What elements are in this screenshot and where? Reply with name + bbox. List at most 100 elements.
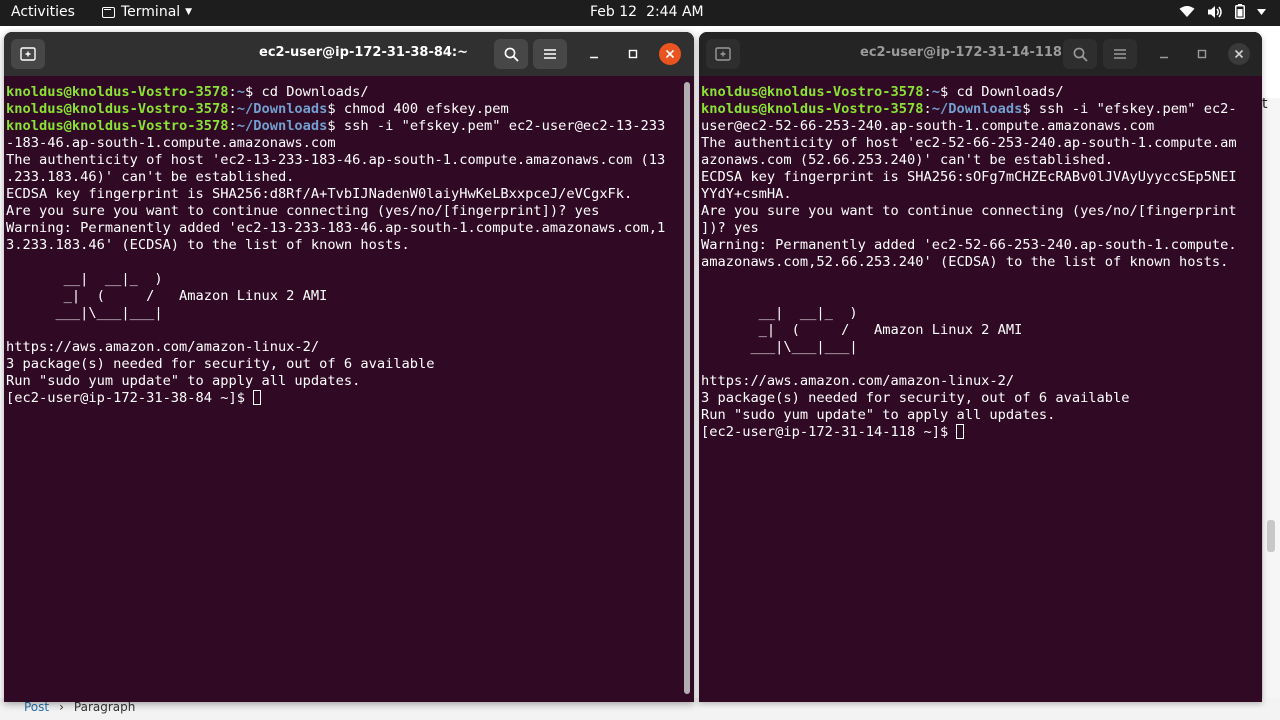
breadcrumb-separator-icon: › (59, 700, 64, 714)
terminal-line: Are you sure you want to continue connec… (6, 203, 599, 219)
terminal-prompt-line: knoldus@knoldus-Vostro-3578:~/Downloads$… (6, 101, 509, 117)
hamburger-menu-icon (1114, 49, 1126, 59)
output-text: [ec2-user@ip-172-31-38-84 ~]$ (6, 390, 254, 406)
terminal-prompt-line: knoldus@knoldus-Vostro-3578:~$ cd Downlo… (701, 84, 1064, 100)
output-text: __| __|_ ) (701, 305, 858, 321)
prompt-command: chmod 400 efskey.pem (343, 101, 509, 117)
terminal-line: azonaws.com (52.66.253.240)' can't be es… (701, 152, 1113, 168)
window-title: ec2-user@ip-172-31-14-118:~ (860, 45, 1079, 60)
output-text: Warning: Permanently added 'ec2-52-66-25… (701, 237, 1237, 253)
output-text: ___|\___|___| (701, 339, 858, 355)
terminal-line: _| ( / Amazon Linux 2 AMI (701, 322, 1023, 338)
output-text: _| ( / Amazon Linux 2 AMI (6, 288, 328, 304)
maximize-icon (628, 49, 638, 59)
terminal-line: user@ec2-52-66-253-240.ap-south-1.comput… (701, 118, 1154, 134)
maximize-button[interactable] (1191, 43, 1213, 65)
terminal-line: 3 package(s) needed for security, out of… (701, 390, 1130, 406)
maximize-button[interactable] (622, 43, 644, 65)
prompt-user-host: knoldus@knoldus-Vostro-3578 (6, 84, 229, 100)
terminal-window-right[interactable]: ec2-user@ip-172-31-14-118:~ knoldus@knol… (699, 32, 1262, 702)
output-text: ECDSA key fingerprint is SHA256:d8Rf/A+T… (6, 186, 633, 202)
clock-time: 2:44 AM (646, 4, 704, 20)
minimize-button[interactable] (1153, 43, 1175, 65)
prompt-user-host: knoldus@knoldus-Vostro-3578 (701, 84, 924, 100)
terminal-line: __| __|_ ) (701, 305, 858, 321)
minimize-icon (590, 56, 598, 59)
menu-button[interactable] (1103, 39, 1137, 69)
terminal-line: Are you sure you want to continue connec… (701, 203, 1237, 219)
output-text: 3.233.183.46' (ECDSA) to the list of kno… (6, 237, 410, 253)
minimize-icon (1160, 56, 1168, 59)
output-text: 3 package(s) needed for security, out of… (701, 390, 1130, 406)
app-name: Terminal (121, 4, 181, 20)
terminal-line: ECDSA key fingerprint is SHA256:d8Rf/A+T… (6, 186, 632, 202)
terminal-line: __| __|_ ) (6, 271, 163, 287)
terminal-line: ])? yes (701, 220, 759, 236)
close-button[interactable] (659, 43, 681, 65)
close-icon (1234, 49, 1244, 59)
terminal-scrollbar[interactable] (684, 82, 690, 694)
output-text: user@ec2-52-66-253-240.ap-south-1.comput… (701, 118, 1155, 134)
prompt-command: ssh -i "efskey.pem" ec2-user@ec2-13-233 (343, 118, 666, 134)
search-icon (504, 47, 519, 62)
terminal-line: Run "sudo yum update" to apply all updat… (6, 373, 360, 389)
new-tab-button[interactable] (706, 39, 740, 69)
terminal-line: .233.183.46)' can't be established. (6, 169, 294, 185)
terminal-line: _| ( / Amazon Linux 2 AMI (6, 288, 328, 304)
prompt-command: cd Downloads/ (261, 84, 369, 100)
terminal-line: [ec2-user@ip-172-31-38-84 ~]$ (6, 390, 262, 406)
terminal-line: The authenticity of host 'ec2-13-233-183… (6, 152, 665, 168)
app-menu[interactable]: Terminal ▼ (102, 4, 192, 20)
terminal-output-left[interactable]: knoldus@knoldus-Vostro-3578:~$ cd Downlo… (6, 84, 665, 407)
terminal-line: Warning: Permanently added 'ec2-13-233-1… (6, 220, 665, 236)
output-text: Are you sure you want to continue connec… (6, 203, 600, 219)
system-status-area[interactable] (1179, 4, 1266, 19)
prompt-user-host: knoldus@knoldus-Vostro-3578 (6, 118, 229, 134)
output-text: _| ( / Amazon Linux 2 AMI (701, 322, 1023, 338)
minimize-button[interactable] (583, 43, 605, 65)
output-text: 3 package(s) needed for security, out of… (6, 356, 435, 372)
terminal-header-left[interactable]: ec2-user@ip-172-31-38-84:~ (4, 32, 694, 76)
search-button[interactable] (1063, 39, 1097, 69)
activities-button[interactable]: Activities (11, 4, 75, 20)
output-text: Warning: Permanently added 'ec2-13-233-1… (6, 220, 666, 236)
output-text: Are you sure you want to continue connec… (701, 203, 1237, 219)
background-edge-text: t (1262, 96, 1268, 112)
prompt-path: ~ (931, 84, 940, 100)
breadcrumb-post[interactable]: Post (24, 700, 49, 714)
close-icon (665, 49, 675, 59)
battery-icon (1235, 4, 1245, 19)
terminal-line: ___|\___|___| (701, 339, 858, 355)
clock[interactable]: Feb 12 2:44 AM (590, 4, 704, 20)
output-text: .233.183.46)' can't be established. (6, 169, 295, 185)
terminal-window-left[interactable]: ec2-user@ip-172-31-38-84:~ knoldus@knold… (4, 32, 694, 702)
terminal-header-right[interactable]: ec2-user@ip-172-31-14-118:~ (699, 32, 1262, 76)
prompt-path: ~/Downloads (236, 101, 328, 117)
breadcrumb: Post › Paragraph (24, 700, 135, 714)
background-scrollbar-thumb[interactable] (1267, 520, 1275, 552)
new-tab-icon (20, 47, 36, 61)
output-text: The authenticity of host 'ec2-13-233-183… (6, 152, 666, 168)
search-button[interactable] (494, 39, 528, 69)
terminal-output-right[interactable]: knoldus@knoldus-Vostro-3578:~$ cd Downlo… (701, 84, 1237, 441)
chevron-down-icon: ▼ (185, 7, 193, 17)
terminal-prompt-line: knoldus@knoldus-Vostro-3578:~/Downloads$… (701, 101, 1237, 117)
prompt-user-host: knoldus@knoldus-Vostro-3578 (701, 101, 924, 117)
terminal-line: Warning: Permanently added 'ec2-52-66-25… (701, 237, 1237, 253)
output-text: __| __|_ ) (6, 271, 163, 287)
close-button[interactable] (1228, 43, 1250, 65)
wifi-icon (1179, 6, 1195, 17)
terminal-cursor (253, 390, 262, 405)
prompt-command: ssh -i "efskey.pem" ec2- (1038, 101, 1237, 117)
output-text: [ec2-user@ip-172-31-14-118 ~]$ (701, 424, 957, 440)
output-text: ECDSA key fingerprint is SHA256:sOFg7mCH… (701, 169, 1237, 185)
terminal-line: 3 package(s) needed for security, out of… (6, 356, 435, 372)
breadcrumb-paragraph[interactable]: Paragraph (74, 700, 135, 714)
terminal-line: The authenticity of host 'ec2-52-66-253-… (701, 135, 1237, 151)
menu-button[interactable] (533, 39, 567, 69)
terminal-line: 3.233.183.46' (ECDSA) to the list of kno… (6, 237, 410, 253)
new-tab-button[interactable] (11, 39, 45, 69)
output-text: YYdY+csmHA. (701, 186, 792, 202)
terminal-line: [ec2-user@ip-172-31-14-118 ~]$ (701, 424, 965, 440)
output-text: ])? yes (701, 220, 759, 236)
